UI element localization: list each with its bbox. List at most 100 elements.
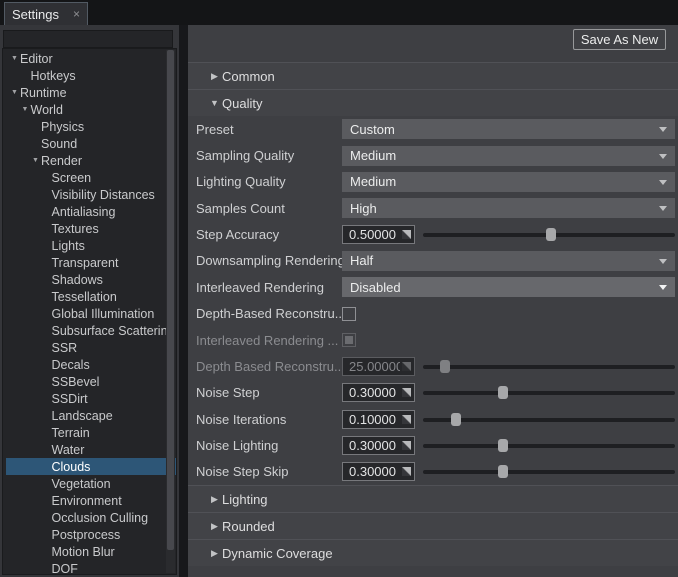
noise-step-skip-field[interactable]: 0.30000 bbox=[342, 462, 415, 481]
tree-scrollbar[interactable] bbox=[166, 50, 175, 573]
section-header-lighting[interactable]: ▶Lighting bbox=[188, 485, 678, 512]
depth-based-reconstru-checkbox[interactable] bbox=[342, 307, 356, 321]
tree-item-water[interactable]: Water bbox=[6, 441, 177, 458]
expand-arrow-icon[interactable]: ▼ bbox=[9, 84, 20, 101]
search-input[interactable] bbox=[3, 30, 173, 48]
tree-item-dof[interactable]: DOF bbox=[6, 560, 177, 575]
tree-item-label: Subsurface Scattering bbox=[52, 324, 175, 338]
slider-track[interactable] bbox=[423, 444, 675, 448]
setting-row-noise-iterations: Noise Iterations0.10000 bbox=[188, 406, 678, 432]
tree-item-environment[interactable]: Environment bbox=[6, 492, 177, 509]
tree-item-vegetation[interactable]: Vegetation bbox=[6, 475, 177, 492]
spin-drag-icon[interactable] bbox=[402, 388, 411, 397]
tree-item-lights[interactable]: Lights bbox=[6, 237, 177, 254]
tree-item-transparent[interactable]: Transparent bbox=[6, 254, 177, 271]
tree-item-antialiasing[interactable]: Antialiasing bbox=[6, 203, 177, 220]
tree-item-label: World bbox=[31, 103, 63, 117]
chevron-down-icon bbox=[659, 285, 667, 290]
section-header-common[interactable]: ▶Common bbox=[188, 62, 678, 89]
tree-item-ssdirt[interactable]: SSDirt bbox=[6, 390, 177, 407]
tree-item-global-illumination[interactable]: Global Illumination bbox=[6, 305, 177, 322]
tree-item-ssbevel[interactable]: SSBevel bbox=[6, 373, 177, 390]
noise-step-skip-slider[interactable] bbox=[423, 462, 675, 481]
expand-arrow-icon[interactable]: ▼ bbox=[20, 101, 31, 118]
tree-item-landscape[interactable]: Landscape bbox=[6, 407, 177, 424]
tree-item-label: Screen bbox=[52, 171, 92, 185]
slider-handle[interactable] bbox=[498, 439, 508, 452]
tree-item-postprocess[interactable]: Postprocess bbox=[6, 526, 177, 543]
section-label: Rounded bbox=[222, 519, 275, 534]
tree-item-editor[interactable]: ▼Editor bbox=[6, 50, 171, 67]
slider-track[interactable] bbox=[423, 470, 675, 474]
sampling-quality-dropdown[interactable]: Medium bbox=[342, 146, 675, 166]
step-accuracy-slider[interactable] bbox=[423, 225, 675, 244]
tree-item-motion-blur[interactable]: Motion Blur bbox=[6, 543, 177, 560]
tree-item-label: Antialiasing bbox=[52, 205, 116, 219]
section-header-dynamic-coverage[interactable]: ▶Dynamic Coverage bbox=[188, 539, 678, 566]
tree-item-render[interactable]: ▼Render bbox=[6, 152, 177, 169]
tree-item-subsurface-scattering[interactable]: Subsurface Scattering bbox=[6, 322, 177, 339]
lighting-quality-dropdown[interactable]: Medium bbox=[342, 172, 675, 192]
section-rows: PresetCustomSampling QualityMediumLighti… bbox=[188, 116, 678, 485]
spin-drag-icon[interactable] bbox=[402, 441, 411, 450]
tree-item-physics[interactable]: Physics bbox=[6, 118, 177, 135]
tree-item-decals[interactable]: Decals bbox=[6, 356, 177, 373]
slider-handle[interactable] bbox=[451, 413, 461, 426]
chevron-down-icon bbox=[659, 180, 667, 185]
tree-item-visibility-distances[interactable]: Visibility Distances bbox=[6, 186, 177, 203]
downsampling-rendering-dropdown[interactable]: Half bbox=[342, 251, 675, 271]
dropdown-value: Medium bbox=[350, 174, 396, 189]
tree-item-occlusion-culling[interactable]: Occlusion Culling bbox=[6, 509, 177, 526]
dropdown-value: Disabled bbox=[350, 280, 401, 295]
noise-step-slider[interactable] bbox=[423, 383, 675, 402]
noise-lighting-field[interactable]: 0.30000 bbox=[342, 436, 415, 455]
tree-item-ssr[interactable]: SSR bbox=[6, 339, 177, 356]
noise-iterations-slider[interactable] bbox=[423, 410, 675, 429]
tree-item-sound[interactable]: Sound bbox=[6, 135, 177, 152]
slider-handle[interactable] bbox=[546, 228, 556, 241]
tree-item-label: Decals bbox=[52, 358, 90, 372]
chevron-right-icon: ▶ bbox=[207, 513, 222, 540]
expand-arrow-icon[interactable]: ▼ bbox=[30, 152, 41, 169]
preset-dropdown[interactable]: Custom bbox=[342, 119, 675, 139]
tree-item-tessellation[interactable]: Tessellation bbox=[6, 288, 177, 305]
tree-item-label: Editor bbox=[20, 52, 53, 66]
setting-label: Depth Based Reconstru... bbox=[196, 359, 342, 374]
tree-item-world[interactable]: ▼World bbox=[6, 101, 177, 118]
slider-handle[interactable] bbox=[498, 465, 508, 478]
section-label: Lighting bbox=[222, 492, 268, 507]
tree-item-hotkeys[interactable]: Hotkeys bbox=[6, 67, 177, 84]
tree-item-textures[interactable]: Textures bbox=[6, 220, 177, 237]
slider-handle[interactable] bbox=[498, 386, 508, 399]
tree-item-label: Tessellation bbox=[52, 290, 117, 304]
section-label: Dynamic Coverage bbox=[222, 546, 333, 561]
interleaved-rendering-dropdown[interactable]: Disabled bbox=[342, 277, 675, 297]
tree-item-terrain[interactable]: Terrain bbox=[6, 424, 177, 441]
noise-lighting-slider[interactable] bbox=[423, 436, 675, 455]
spin-value: 0.30000 bbox=[349, 464, 400, 479]
spin-drag-icon[interactable] bbox=[402, 415, 411, 424]
slider-track[interactable] bbox=[423, 391, 675, 395]
section-header-rounded[interactable]: ▶Rounded bbox=[188, 512, 678, 539]
checkbox-inner bbox=[345, 336, 353, 344]
noise-step-field[interactable]: 0.30000 bbox=[342, 383, 415, 402]
tree-item-clouds[interactable]: Clouds bbox=[6, 458, 177, 475]
expand-arrow-icon[interactable]: ▼ bbox=[9, 50, 20, 67]
section-header-quality[interactable]: ▼Quality bbox=[188, 89, 678, 116]
spin-drag-icon[interactable] bbox=[402, 230, 411, 239]
step-accuracy-field[interactable]: 0.50000 bbox=[342, 225, 415, 244]
settings-tab[interactable]: Settings × bbox=[4, 2, 88, 25]
tree-item-label: Transparent bbox=[52, 256, 119, 270]
dropdown-value: Medium bbox=[350, 148, 396, 163]
scrollbar-thumb[interactable] bbox=[167, 50, 174, 550]
spin-drag-icon[interactable] bbox=[402, 467, 411, 476]
save-as-new-button[interactable]: Save As New bbox=[573, 29, 666, 50]
tree-item-runtime[interactable]: ▼Runtime bbox=[6, 84, 171, 101]
close-icon[interactable]: × bbox=[73, 8, 80, 20]
samples-count-dropdown[interactable]: High bbox=[342, 198, 675, 218]
setting-label: Step Accuracy bbox=[196, 227, 342, 242]
tree-item-shadows[interactable]: Shadows bbox=[6, 271, 177, 288]
tree-item-label: Motion Blur bbox=[52, 545, 115, 559]
noise-iterations-field[interactable]: 0.10000 bbox=[342, 410, 415, 429]
tree-item-screen[interactable]: Screen bbox=[6, 169, 177, 186]
